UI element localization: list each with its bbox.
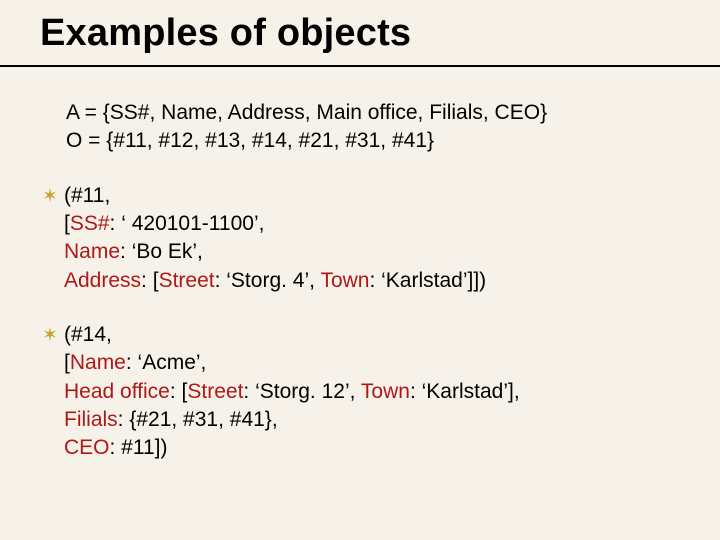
object-item-2: ✶ (#14, [Name: ‘Acme’, Head office: [Str… [42, 321, 680, 463]
obj1-attr-street: Street [159, 269, 215, 292]
slide-title: Examples of objects [40, 12, 680, 55]
object-item-2-body: (#14, [Name: ‘Acme’, Head office: [Stree… [64, 321, 520, 463]
horizontal-rule [0, 65, 720, 67]
object-item-1-body: (#11, [SS#: ‘ 420101-1100’, Name: ‘Bo Ek… [64, 182, 486, 295]
obj1-attr-address: Address [64, 269, 141, 292]
star-bullet-icon: ✶ [42, 182, 64, 210]
obj1-l4-d: : ‘Karlstad’]]) [369, 269, 486, 292]
obj2-attr-town: Town [361, 380, 410, 403]
obj2-line4: Filials: {#21, #31, #41}, [64, 406, 520, 434]
obj2-line2: [Name: ‘Acme’, [64, 349, 520, 377]
obj1-line3: Name: ‘Bo Ek’, [64, 238, 486, 266]
obj2-line1: (#14, [64, 321, 520, 349]
obj2-l3-b: : [ [170, 380, 188, 403]
obj2-attr-ceo: CEO [64, 436, 110, 459]
obj1-l3-val: : ‘Bo Ek’, [120, 240, 203, 263]
obj1-l4-c: : ‘Storg. 4’, [215, 269, 321, 292]
obj2-line5: CEO: #11]) [64, 434, 520, 462]
obj2-l3-d: : ‘Karlstad’], [410, 380, 520, 403]
obj2-l2-val: : ‘Acme’, [126, 351, 207, 374]
obj2-attr-filials: Filials [64, 408, 118, 431]
definitions-block: A = {SS#, Name, Address, Main office, Fi… [66, 99, 680, 156]
obj1-attr-ss: SS# [70, 212, 110, 235]
obj1-attr-town: Town [320, 269, 369, 292]
obj1-line2: [SS#: ‘ 420101-1100’, [64, 210, 486, 238]
slide: Examples of objects A = {SS#, Name, Addr… [0, 0, 720, 540]
star-bullet-icon: ✶ [42, 321, 64, 349]
obj2-attr-name: Name [70, 351, 126, 374]
obj2-line3: Head office: [Street: ‘Storg. 12’, Town:… [64, 378, 520, 406]
obj1-l2-val: : ‘ 420101-1100’, [110, 212, 265, 235]
obj2-attr-street: Street [187, 380, 243, 403]
def-line-o: O = {#11, #12, #13, #14, #21, #31, #41} [66, 127, 680, 155]
obj2-l3-c: : ‘Storg. 12’, [243, 380, 361, 403]
obj1-line1: (#11, [64, 182, 486, 210]
def-line-a: A = {SS#, Name, Address, Main office, Fi… [66, 99, 680, 127]
obj2-l4-val: : {#21, #31, #41}, [118, 408, 278, 431]
object-item-1: ✶ (#11, [SS#: ‘ 420101-1100’, Name: ‘Bo … [42, 182, 680, 295]
obj2-attr-headoffice: Head office [64, 380, 170, 403]
obj1-line4: Address: [Street: ‘Storg. 4’, Town: ‘Kar… [64, 267, 486, 295]
obj2-l5-val: : #11]) [110, 436, 168, 459]
obj1-attr-name: Name [64, 240, 120, 263]
obj1-l4-b: : [ [141, 269, 159, 292]
